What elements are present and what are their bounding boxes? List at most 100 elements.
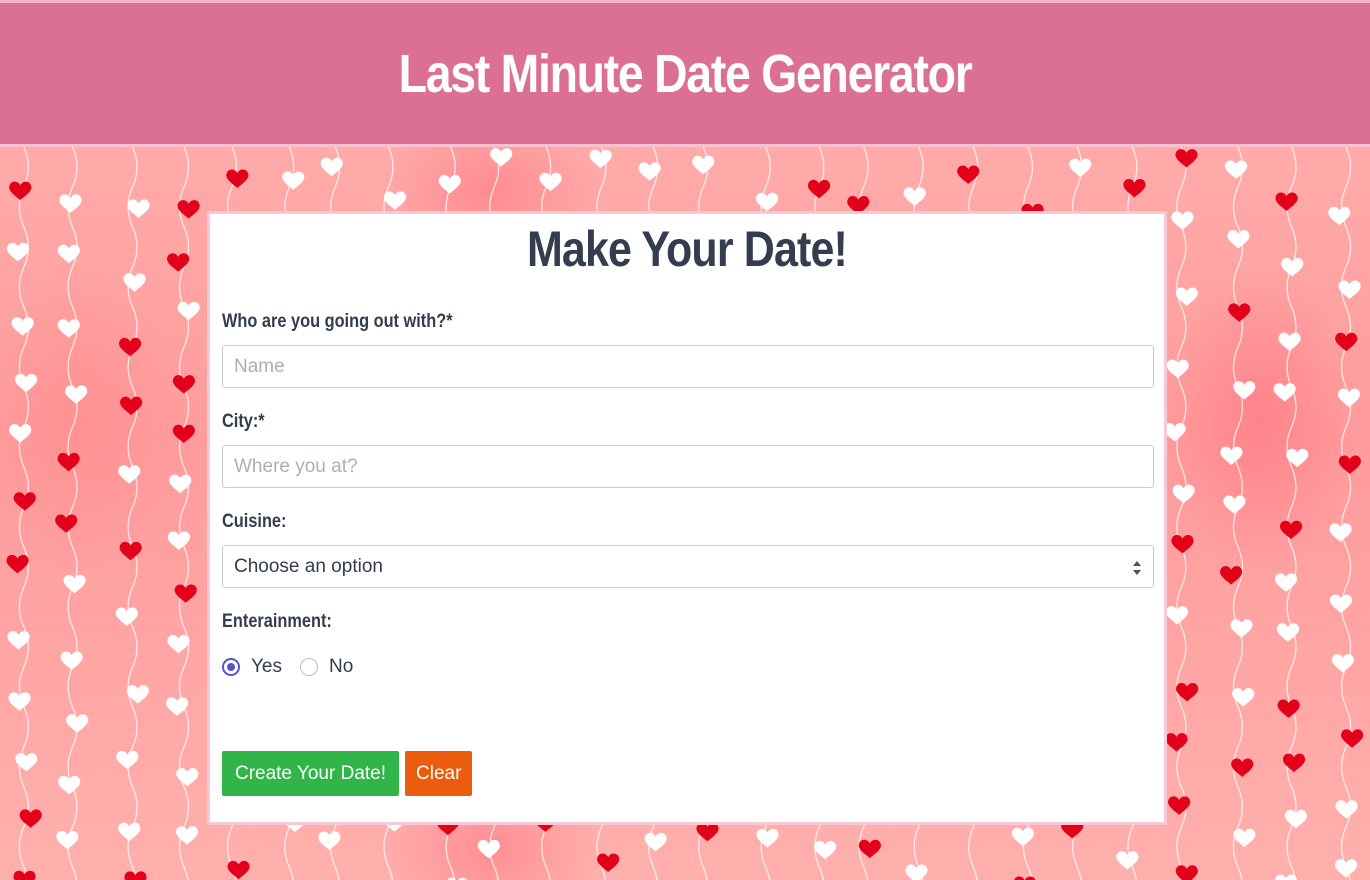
white-heart	[477, 839, 500, 859]
white-heart	[644, 832, 667, 852]
white-heart	[692, 155, 715, 175]
white-heart	[1011, 827, 1035, 847]
white-heart	[176, 768, 199, 787]
form-heading: Make Your Date!	[526, 221, 848, 277]
white-heart	[1233, 828, 1256, 848]
white-heart	[11, 317, 34, 336]
heart-string	[1176, 147, 1187, 880]
entertainment-radio-group: Yes No	[222, 656, 371, 678]
white-heart	[7, 631, 30, 650]
red-heart	[1338, 455, 1361, 474]
red-heart	[172, 375, 196, 394]
name-label: Who are you going out with?*	[222, 311, 453, 332]
radio-yes[interactable]	[222, 658, 240, 676]
white-heart	[1286, 448, 1309, 468]
white-heart	[1329, 594, 1353, 614]
white-heart	[1223, 495, 1246, 514]
white-heart	[756, 829, 779, 848]
white-heart	[1278, 332, 1301, 352]
red-heart	[1277, 699, 1300, 718]
white-heart	[57, 244, 80, 264]
radio-yes-label[interactable]: Yes	[251, 656, 282, 678]
red-heart	[119, 541, 142, 561]
white-heart	[638, 162, 661, 181]
red-heart	[1275, 192, 1298, 211]
radio-no-label[interactable]: No	[329, 656, 353, 678]
white-heart	[1334, 859, 1358, 878]
site-header: Last Minute Date Generator	[0, 3, 1370, 147]
white-heart	[1335, 800, 1358, 819]
white-heart	[1116, 851, 1139, 870]
red-heart	[13, 870, 36, 880]
radio-no[interactable]	[300, 658, 318, 676]
red-heart	[597, 853, 620, 872]
white-heart	[6, 242, 30, 262]
red-heart	[226, 169, 249, 188]
white-heart	[1328, 206, 1351, 226]
red-heart	[1335, 332, 1358, 352]
white-heart	[1232, 688, 1255, 707]
white-heart	[814, 840, 837, 860]
white-heart	[167, 531, 191, 550]
red-heart	[1171, 534, 1194, 554]
red-heart	[1175, 865, 1198, 880]
date-form-card: Make Your Date! Who are you going out wi…	[207, 211, 1167, 825]
red-heart	[1014, 876, 1036, 880]
city-label: City:*	[222, 411, 265, 432]
white-heart	[1233, 381, 1256, 400]
red-heart	[119, 337, 142, 357]
white-heart	[14, 373, 38, 393]
white-heart	[1224, 160, 1248, 179]
white-heart	[65, 385, 88, 404]
white-heart	[1281, 257, 1304, 277]
white-heart	[1329, 523, 1352, 542]
white-heart	[1337, 388, 1361, 408]
select-arrows-icon	[1133, 561, 1141, 575]
red-heart	[174, 584, 197, 603]
white-heart	[60, 651, 83, 670]
white-heart	[1175, 287, 1198, 306]
red-heart	[1220, 566, 1243, 585]
white-heart	[383, 191, 407, 210]
red-heart	[124, 871, 147, 880]
white-heart	[115, 607, 138, 626]
white-heart	[1273, 383, 1296, 402]
white-heart	[1220, 446, 1243, 466]
white-heart	[905, 864, 928, 880]
white-heart	[166, 697, 189, 716]
cuisine-selected-value: Choose an option	[234, 555, 383, 577]
white-heart	[59, 194, 82, 213]
white-heart	[15, 752, 38, 772]
red-heart	[13, 492, 36, 511]
create-date-button[interactable]: Create Your Date!	[222, 751, 399, 796]
white-heart	[903, 187, 926, 206]
name-input[interactable]	[222, 345, 1154, 388]
city-input[interactable]	[222, 445, 1154, 488]
white-heart	[66, 714, 89, 733]
white-heart	[9, 424, 32, 443]
white-heart	[1230, 619, 1253, 638]
white-heart	[177, 301, 200, 321]
clear-button[interactable]: Clear	[405, 751, 472, 796]
red-heart	[1228, 303, 1251, 322]
heart-string	[1340, 147, 1352, 880]
white-heart	[56, 830, 79, 850]
red-heart	[1341, 729, 1364, 748]
red-heart	[807, 179, 831, 199]
red-heart	[1168, 796, 1191, 815]
white-heart	[589, 149, 612, 169]
red-heart	[1165, 733, 1188, 752]
white-heart	[167, 635, 190, 654]
cuisine-select[interactable]: Choose an option	[222, 545, 1154, 588]
red-heart	[6, 554, 29, 574]
white-heart	[63, 574, 86, 594]
red-heart	[1175, 149, 1198, 168]
cuisine-label: Cuisine:	[222, 511, 287, 532]
white-heart	[1171, 211, 1194, 230]
entertainment-label: Enterainment:	[222, 611, 332, 632]
white-heart	[127, 199, 150, 218]
red-heart	[227, 860, 250, 880]
red-heart	[119, 396, 143, 416]
white-heart	[490, 148, 513, 167]
red-heart	[1282, 753, 1306, 773]
